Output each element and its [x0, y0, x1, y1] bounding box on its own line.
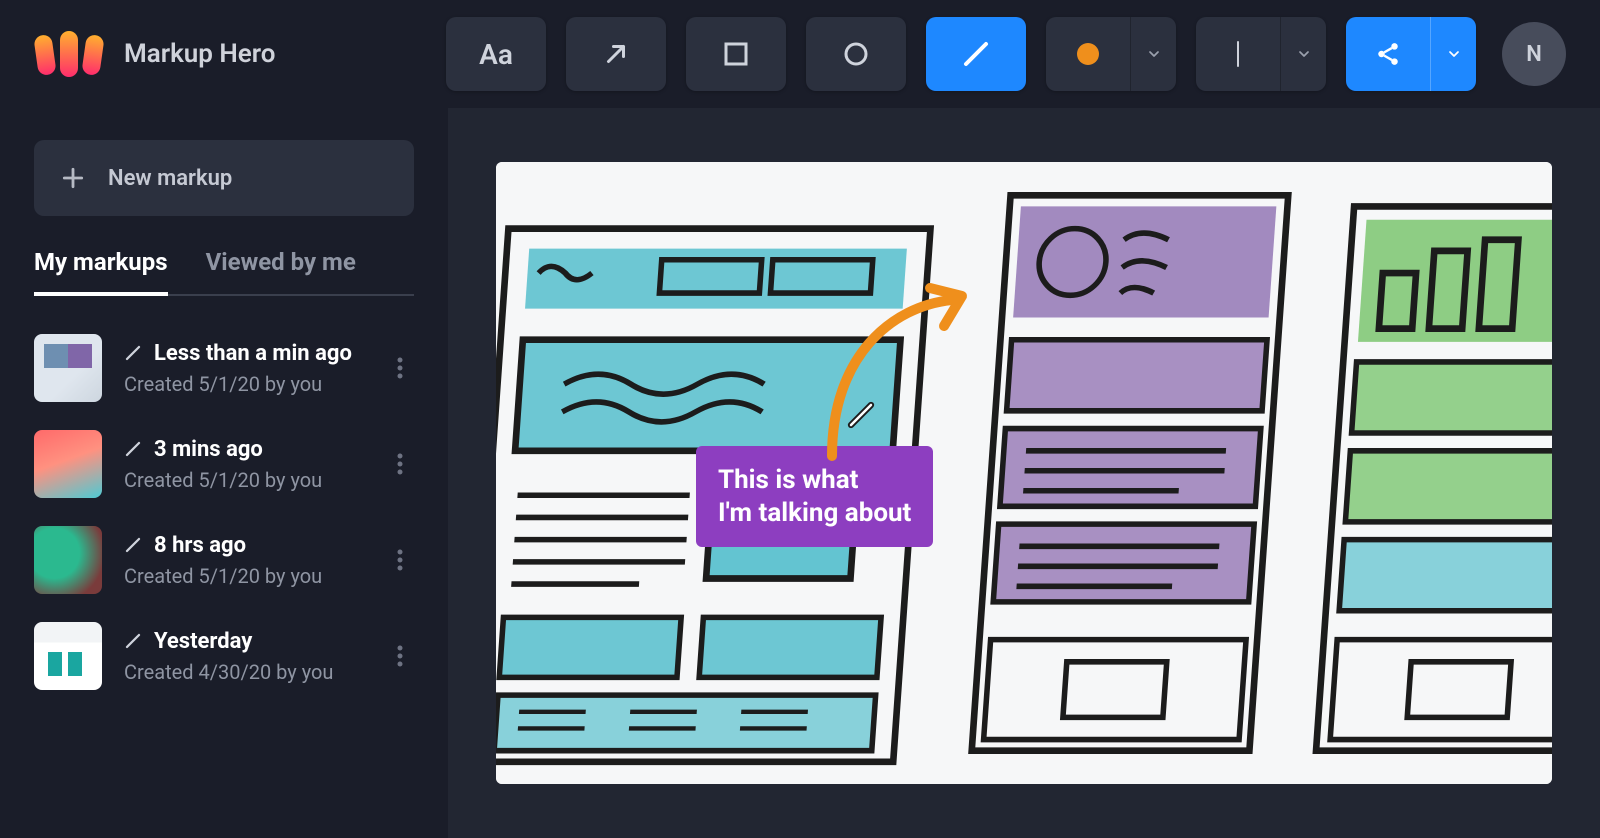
- markup-body: Yesterday Created 4/30/20 by you: [124, 629, 364, 684]
- annotation-text[interactable]: This is what I'm talking about: [696, 446, 933, 547]
- markup-title: 8 hrs ago: [154, 533, 246, 558]
- text-tool-label: Aa: [479, 38, 513, 71]
- avatar-initial: N: [1526, 42, 1542, 67]
- oval-tool-button[interactable]: [806, 17, 906, 91]
- plus-icon: [60, 165, 86, 191]
- color-tool-dropdown[interactable]: [1130, 17, 1176, 91]
- markup-title-row: 8 hrs ago: [124, 533, 364, 558]
- markup-subtitle: Created 5/1/20 by you: [124, 468, 364, 492]
- share-tool-dropdown[interactable]: [1430, 17, 1476, 91]
- pen-icon: [124, 536, 142, 554]
- toolbar: Aa: [446, 17, 1566, 91]
- stroke-icon: [1237, 41, 1239, 67]
- pen-icon: [124, 440, 142, 458]
- share-tool-main[interactable]: [1346, 17, 1430, 91]
- annotation-pen-icon: [846, 400, 876, 430]
- markup-title-row: 3 mins ago: [124, 437, 364, 462]
- markup-body: Less than a min ago Created 5/1/20 by yo…: [124, 341, 364, 396]
- brand: Markup Hero: [34, 31, 276, 77]
- pen-tool-button[interactable]: [926, 17, 1026, 91]
- color-swatch-icon: [1077, 43, 1099, 65]
- markup-thumb: [34, 526, 102, 594]
- arrow-tool-button[interactable]: [566, 17, 666, 91]
- canvas-image: [496, 162, 1552, 784]
- markup-title-row: Yesterday: [124, 629, 364, 654]
- brand-name: Markup Hero: [124, 39, 276, 69]
- markup-thumb: [34, 430, 102, 498]
- markup-item[interactable]: 3 mins ago Created 5/1/20 by you: [34, 430, 414, 498]
- sidebar-tabs: My markups Viewed by me: [34, 248, 414, 296]
- annotation[interactable]: This is what I'm talking about: [696, 442, 933, 547]
- kebab-icon: [397, 452, 403, 476]
- markup-kebab-button[interactable]: [386, 540, 414, 580]
- stroke-tool-button[interactable]: [1196, 17, 1326, 91]
- color-tool-main[interactable]: [1046, 17, 1130, 91]
- canvas[interactable]: This is what I'm talking about: [496, 162, 1552, 784]
- chevron-down-icon: [1296, 46, 1312, 62]
- pen-icon: [961, 39, 991, 69]
- oval-icon: [841, 39, 871, 69]
- share-tool-button[interactable]: [1346, 17, 1476, 91]
- markup-subtitle: Created 5/1/20 by you: [124, 372, 364, 396]
- pen-icon: [124, 632, 142, 650]
- markup-body: 3 mins ago Created 5/1/20 by you: [124, 437, 364, 492]
- kebab-icon: [397, 644, 403, 668]
- markup-item[interactable]: 8 hrs ago Created 5/1/20 by you: [34, 526, 414, 594]
- markup-list: Less than a min ago Created 5/1/20 by yo…: [34, 334, 414, 690]
- body: New markup My markups Viewed by me Less …: [0, 108, 1600, 838]
- markup-thumb: [34, 622, 102, 690]
- markup-title: Less than a min ago: [154, 341, 352, 366]
- share-icon: [1375, 41, 1401, 67]
- markup-title: 3 mins ago: [154, 437, 263, 462]
- tab-my-markups[interactable]: My markups: [34, 248, 168, 294]
- markup-body: 8 hrs ago Created 5/1/20 by you: [124, 533, 364, 588]
- arrow-icon: [601, 39, 631, 69]
- chevron-down-icon: [1446, 46, 1462, 62]
- kebab-icon: [397, 356, 403, 380]
- markup-kebab-button[interactable]: [386, 348, 414, 388]
- tab-viewed-by-me[interactable]: Viewed by me: [206, 248, 356, 294]
- markup-kebab-button[interactable]: [386, 444, 414, 484]
- top-bar: Markup Hero Aa: [0, 0, 1600, 108]
- sidebar: New markup My markups Viewed by me Less …: [0, 108, 448, 838]
- markup-item[interactable]: Less than a min ago Created 5/1/20 by yo…: [34, 334, 414, 402]
- text-tool-button[interactable]: Aa: [446, 17, 546, 91]
- markup-item[interactable]: Yesterday Created 4/30/20 by you: [34, 622, 414, 690]
- kebab-icon: [397, 548, 403, 572]
- markup-subtitle: Created 4/30/20 by you: [124, 660, 364, 684]
- markup-thumb: [34, 334, 102, 402]
- chevron-down-icon: [1146, 46, 1162, 62]
- markup-subtitle: Created 5/1/20 by you: [124, 564, 364, 588]
- stroke-tool-main[interactable]: [1196, 17, 1280, 91]
- new-markup-button[interactable]: New markup: [34, 140, 414, 216]
- canvas-wrap: This is what I'm talking about: [448, 108, 1600, 838]
- brand-logo: [34, 31, 104, 77]
- new-markup-label: New markup: [108, 166, 232, 191]
- markup-kebab-button[interactable]: [386, 636, 414, 676]
- markup-title-row: Less than a min ago: [124, 341, 364, 366]
- color-tool-button[interactable]: [1046, 17, 1176, 91]
- pen-icon: [124, 344, 142, 362]
- markup-title: Yesterday: [154, 629, 252, 654]
- stroke-tool-dropdown[interactable]: [1280, 17, 1326, 91]
- rectangle-tool-button[interactable]: [686, 17, 786, 91]
- avatar[interactable]: N: [1502, 22, 1566, 86]
- rectangle-icon: [721, 39, 751, 69]
